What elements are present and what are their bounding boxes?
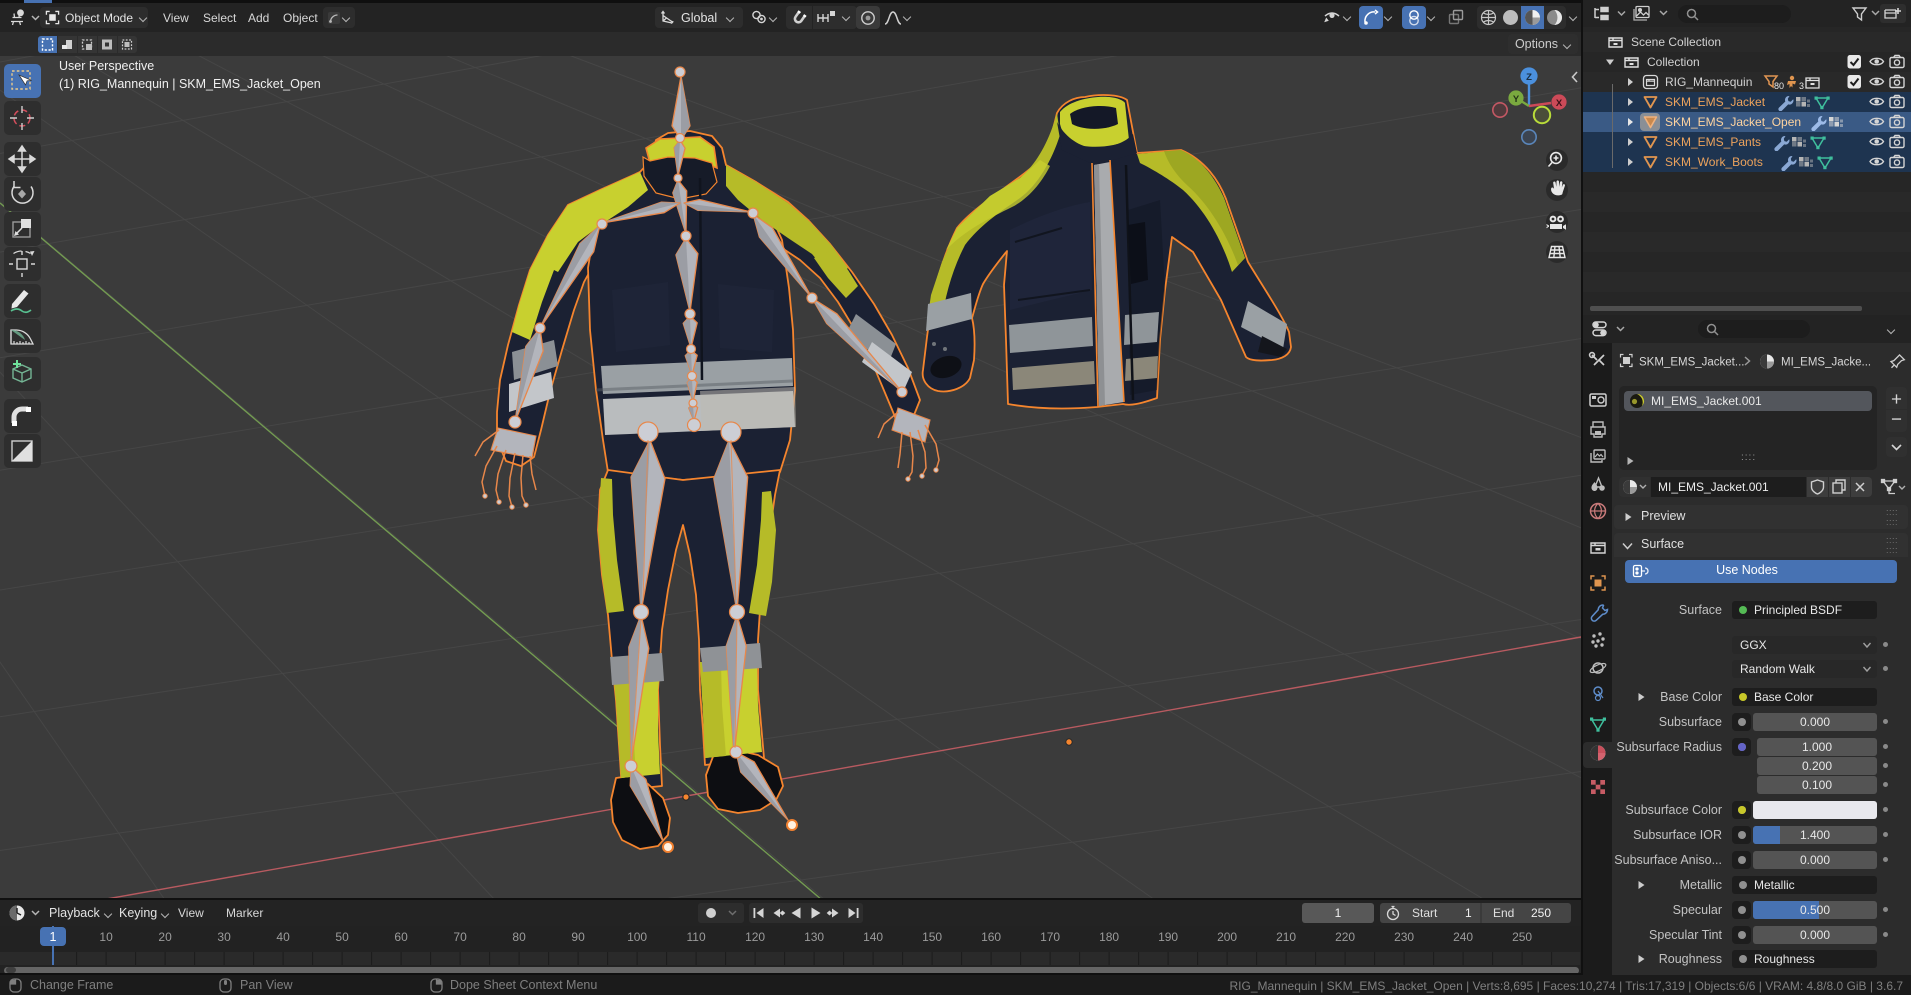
svg-text:Z: Z bbox=[1526, 72, 1532, 83]
svg-text:230: 230 bbox=[1394, 930, 1414, 944]
svg-text:X: X bbox=[1556, 98, 1563, 109]
svg-text:190: 190 bbox=[1158, 930, 1178, 944]
svg-text:210: 210 bbox=[1276, 930, 1296, 944]
svg-text:60: 60 bbox=[394, 930, 408, 944]
svg-text:240: 240 bbox=[1453, 930, 1473, 944]
svg-text:50: 50 bbox=[335, 930, 349, 944]
svg-text:90: 90 bbox=[571, 930, 585, 944]
svg-text:(1) RIG_Mannequin | SKM_EMS_Ja: (1) RIG_Mannequin | SKM_EMS_Jacket_Open bbox=[59, 77, 321, 91]
svg-text:170: 170 bbox=[1040, 930, 1060, 944]
svg-text:30: 30 bbox=[217, 930, 231, 944]
svg-text:Y: Y bbox=[1513, 94, 1520, 105]
svg-text:140: 140 bbox=[863, 930, 883, 944]
svg-text:160: 160 bbox=[981, 930, 1001, 944]
svg-text:10: 10 bbox=[99, 930, 113, 944]
svg-text:1: 1 bbox=[50, 930, 57, 944]
svg-text:40: 40 bbox=[276, 930, 290, 944]
svg-text:120: 120 bbox=[745, 930, 765, 944]
svg-text:220: 220 bbox=[1335, 930, 1355, 944]
svg-text:MI_EMS_Jacke...: MI_EMS_Jacke... bbox=[1781, 357, 1871, 369]
svg-text:130: 130 bbox=[804, 930, 824, 944]
svg-text:20: 20 bbox=[158, 930, 172, 944]
svg-text:3: 3 bbox=[1799, 81, 1804, 91]
svg-text:User Perspective: User Perspective bbox=[59, 59, 154, 73]
svg-text:200: 200 bbox=[1217, 930, 1237, 944]
svg-text:150: 150 bbox=[922, 930, 942, 944]
svg-text:SKM_EMS_Jacket...: SKM_EMS_Jacket... bbox=[1639, 357, 1744, 369]
svg-text:110: 110 bbox=[687, 930, 706, 944]
svg-text:80: 80 bbox=[1774, 81, 1784, 91]
svg-text:180: 180 bbox=[1099, 930, 1119, 944]
svg-text:70: 70 bbox=[453, 930, 467, 944]
svg-text:100: 100 bbox=[627, 930, 647, 944]
svg-text:250: 250 bbox=[1512, 930, 1532, 944]
svg-text:80: 80 bbox=[512, 930, 526, 944]
